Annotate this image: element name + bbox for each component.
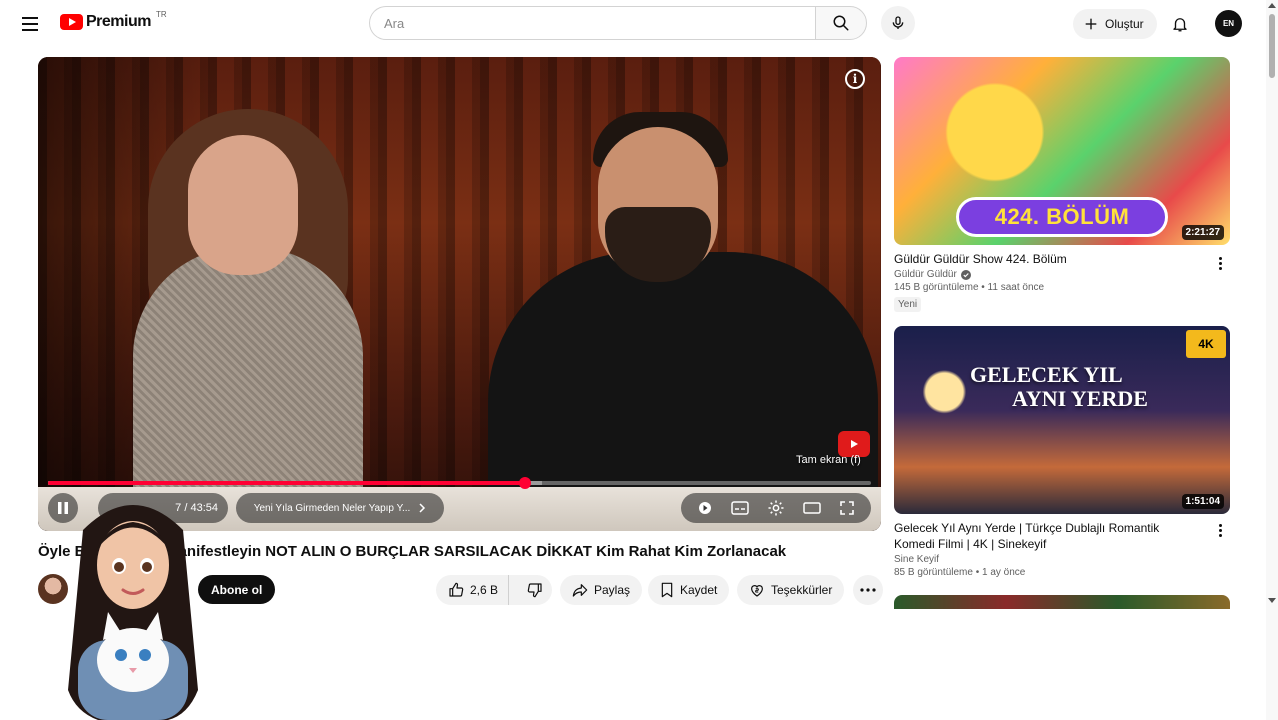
bell-icon bbox=[1173, 18, 1187, 32]
autoplay-toggle[interactable] bbox=[692, 495, 718, 521]
quality-badge-label: 4K bbox=[1198, 337, 1214, 351]
page-scrollbar[interactable] bbox=[1266, 0, 1278, 720]
save-label: Kaydet bbox=[680, 583, 718, 597]
voice-search-button[interactable] bbox=[881, 6, 915, 40]
channel-name: Sine Keyif bbox=[894, 554, 940, 565]
player-right-controls bbox=[681, 493, 871, 523]
masthead: Premium TR Oluştur EN bbox=[0, 0, 1266, 48]
share-button[interactable]: Paylaş bbox=[560, 575, 643, 605]
video-frame-figure bbox=[188, 135, 298, 275]
recommendation-channel[interactable]: Güldür Güldür bbox=[894, 269, 1230, 280]
channel-name: Güldür Güldür bbox=[894, 269, 957, 280]
recommendation-item[interactable] bbox=[894, 595, 1230, 609]
like-count: 2,6 B bbox=[470, 583, 499, 597]
recommendation-title[interactable]: Gelecek Yıl Aynı Yerde | Türkçe Dublajlı… bbox=[894, 520, 1230, 552]
fullscreen-icon bbox=[840, 501, 854, 515]
play-icon bbox=[851, 440, 858, 448]
chevron-right-icon bbox=[419, 503, 426, 513]
recommendation-meta: 85 B görüntüleme • 1 ay önce bbox=[894, 567, 1026, 578]
thumbnail-headline: AYNI YERDE bbox=[1012, 386, 1148, 411]
youtube-play-logo-icon bbox=[60, 14, 83, 30]
search-icon bbox=[833, 15, 849, 31]
share-arrow-icon bbox=[572, 584, 588, 597]
subtitles-button[interactable] bbox=[727, 495, 753, 521]
cartoon-avatar-overlay bbox=[68, 505, 198, 720]
heart-dollar-icon bbox=[751, 585, 763, 597]
recommendation-item[interactable]: 424. BÖLÜM 2:21:27 Güldür Güldür Show 42… bbox=[894, 57, 1230, 312]
search-box bbox=[369, 6, 867, 40]
like-dislike-segment: 2,6 B bbox=[436, 575, 552, 605]
recommendation-thumbnail[interactable]: GELECEK YIL AYNI YERDE 4K 1:51:04 bbox=[894, 326, 1230, 514]
gear-icon bbox=[768, 500, 784, 516]
recommendation-channel[interactable]: Sine Keyif bbox=[894, 554, 1230, 565]
settings-button[interactable] bbox=[763, 495, 789, 521]
thanks-label: Teşekkürler bbox=[771, 583, 833, 597]
thanks-button[interactable]: Teşekkürler bbox=[737, 575, 845, 605]
recommendation-title[interactable]: Güldür Güldür Show 424. Bölüm bbox=[894, 251, 1230, 267]
plus-icon bbox=[1085, 18, 1097, 30]
progress-played bbox=[48, 481, 526, 485]
more-horizontal-icon bbox=[860, 588, 876, 592]
hamburger-icon bbox=[22, 17, 38, 19]
bookmark-icon bbox=[661, 582, 673, 598]
recommendation-menu-button[interactable] bbox=[1212, 253, 1228, 273]
youtube-premium-logo[interactable]: Premium TR bbox=[60, 9, 167, 31]
thumbnail-headline: GELECEK YIL bbox=[970, 362, 1123, 387]
verified-check-icon bbox=[960, 269, 971, 280]
fullscreen-tooltip: Tam ekran (f) bbox=[796, 454, 861, 466]
scroll-down-arrow-icon[interactable] bbox=[1268, 598, 1276, 603]
more-actions-button[interactable] bbox=[853, 575, 883, 605]
recommendation-meta: 145 B görüntüleme • 11 saat önce bbox=[894, 282, 1045, 293]
hamburger-icon-line bbox=[22, 29, 38, 31]
new-badge: Yeni bbox=[894, 297, 922, 312]
create-label: Oluştur bbox=[1105, 17, 1144, 31]
theater-mode-button[interactable] bbox=[799, 495, 825, 521]
recommendation-item[interactable]: GELECEK YIL AYNI YERDE 4K 1:51:04 Gelece… bbox=[894, 326, 1230, 578]
logo-text: Premium bbox=[86, 13, 151, 30]
subtitles-icon bbox=[731, 501, 750, 515]
logo-country-code: TR bbox=[155, 9, 167, 19]
mic-icon bbox=[892, 16, 904, 29]
search-button[interactable] bbox=[815, 6, 867, 40]
info-icon[interactable]: i bbox=[845, 69, 865, 89]
hamburger-menu-button[interactable] bbox=[18, 12, 42, 36]
account-avatar-button[interactable]: EN bbox=[1215, 10, 1242, 37]
scrollbar-thumb[interactable] bbox=[1269, 14, 1275, 78]
duration-badge: 1:51:04 bbox=[1181, 494, 1224, 509]
autoplay-icon bbox=[698, 502, 711, 514]
recommendation-menu-button[interactable] bbox=[1212, 520, 1228, 540]
hamburger-icon-line bbox=[22, 23, 38, 25]
progress-bar[interactable] bbox=[48, 477, 871, 489]
video-player[interactable]: i Tam ekran (f) 7 / 43:54 Yeni Yıla Girm… bbox=[38, 57, 881, 531]
fullscreen-button[interactable] bbox=[834, 495, 860, 521]
thumbnail-headline: 424. BÖLÜM bbox=[956, 197, 1168, 237]
notifications-button[interactable] bbox=[1166, 10, 1194, 38]
scroll-up-arrow-icon[interactable] bbox=[1268, 3, 1276, 8]
save-button[interactable]: Kaydet bbox=[648, 575, 730, 605]
thumbs-down-icon bbox=[527, 583, 542, 598]
duration-badge: 2:21:27 bbox=[1181, 225, 1224, 240]
search-input[interactable] bbox=[369, 6, 815, 40]
theater-icon bbox=[802, 502, 821, 514]
recommendation-thumbnail[interactable]: 424. BÖLÜM 2:21:27 bbox=[894, 57, 1230, 245]
create-button[interactable]: Oluştur bbox=[1073, 9, 1157, 39]
chapter-button[interactable]: Yeni Yıla Girmeden Neler Yapıp Y... bbox=[236, 493, 444, 523]
like-button[interactable]: 2,6 B bbox=[436, 575, 510, 605]
thumbs-up-icon bbox=[449, 582, 464, 597]
recommendation-thumbnail[interactable] bbox=[894, 595, 1230, 609]
share-label: Paylaş bbox=[594, 583, 631, 597]
dislike-button[interactable] bbox=[515, 575, 553, 605]
chapter-label: Yeni Yıla Girmeden Neler Yapıp Y... bbox=[253, 502, 411, 514]
quality-badge: 4K bbox=[1186, 330, 1226, 358]
